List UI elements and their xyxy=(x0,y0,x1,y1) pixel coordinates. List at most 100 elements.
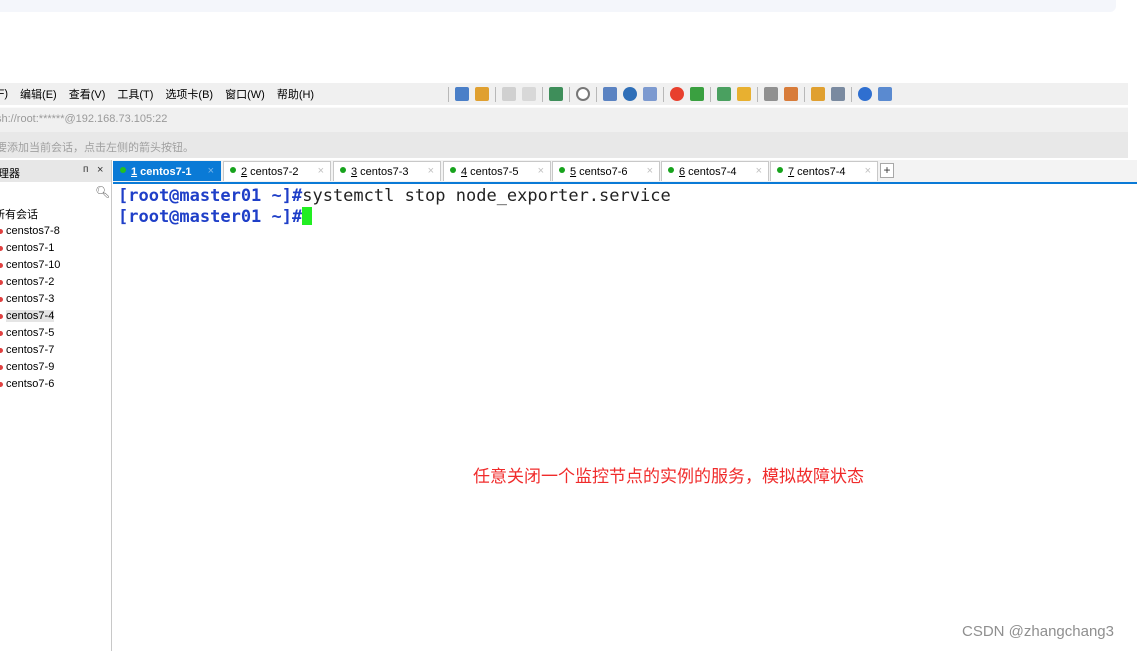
tab-close-icon[interactable]: × xyxy=(208,165,214,177)
new-session-icon[interactable] xyxy=(455,87,469,101)
watermark: CSDN @zhangchang3 xyxy=(962,623,1114,640)
toolbar-separator xyxy=(596,86,597,102)
toolbar-separator xyxy=(757,86,758,102)
menu-window[interactable]: 窗口(W) xyxy=(225,86,265,102)
tab-centos7-1[interactable]: 1 centos7-1 × xyxy=(113,161,221,181)
tab-centos7-3[interactable]: 3 centos7-3 × xyxy=(333,161,441,181)
search-icon[interactable]: 🔍︎ xyxy=(95,185,110,199)
connected-icon xyxy=(230,167,236,173)
tab-close-icon[interactable]: × xyxy=(647,165,653,177)
menu-view[interactable]: 查看(V) xyxy=(69,86,106,102)
session-item[interactable]: centos7-2 xyxy=(0,274,54,290)
toolbar-separator xyxy=(804,86,805,102)
session-item[interactable]: centso7-6 xyxy=(0,376,54,392)
toolbar-separator xyxy=(495,86,496,102)
session-status-icon xyxy=(0,296,3,302)
fullscreen-icon[interactable] xyxy=(717,87,731,101)
highlight-icon[interactable] xyxy=(784,87,798,101)
toolbar-separator xyxy=(663,86,664,102)
transfer-icon[interactable] xyxy=(603,87,617,101)
tab-label: 1 centos7-1 xyxy=(131,166,192,178)
tree-root[interactable]: 所有会话 xyxy=(0,206,38,222)
shell-command: systemctl stop node_exporter.service xyxy=(302,186,671,206)
settings-icon[interactable] xyxy=(549,87,563,101)
menu-edit[interactable]: 编辑(E) xyxy=(20,86,57,102)
link-icon[interactable] xyxy=(502,87,516,101)
tab-label: 4 centos7-5 xyxy=(461,166,519,178)
session-status-icon xyxy=(0,381,3,387)
tab-centos7-2[interactable]: 2 centos7-2 × xyxy=(223,161,331,181)
keyboard-icon[interactable] xyxy=(764,87,778,101)
tab-close-icon[interactable]: × xyxy=(428,165,434,177)
tab-close-icon[interactable]: × xyxy=(318,165,324,177)
panel-header: 理器 ᴨ × xyxy=(0,160,111,182)
tab-close-icon[interactable]: × xyxy=(865,165,871,177)
help-icon[interactable] xyxy=(858,87,872,101)
font-icon[interactable] xyxy=(643,87,657,101)
connected-icon xyxy=(120,167,126,173)
toolbar-separator xyxy=(851,86,852,102)
session-item[interactable]: centos7-10 xyxy=(0,257,60,273)
tab-centos7-4-second[interactable]: 7 centos7-4 × xyxy=(770,161,878,181)
toolbar-separator xyxy=(448,86,449,102)
menu-bar: (F) 编辑(E) 查看(V) 工具(T) 选项卡(B) 窗口(W) 帮助(H) xyxy=(0,83,1128,105)
session-status-icon xyxy=(0,279,3,285)
chat-icon[interactable] xyxy=(878,87,892,101)
connected-icon xyxy=(559,167,565,173)
session-item[interactable]: centos7-3 xyxy=(0,291,54,307)
tab-centso7-6[interactable]: 5 centso7-6 × xyxy=(552,161,660,181)
menu-tabs[interactable]: 选项卡(B) xyxy=(165,86,213,102)
terminal-line: [root@master01 ~]# xyxy=(118,207,313,227)
compose-icon[interactable] xyxy=(811,87,825,101)
session-status-icon xyxy=(0,313,3,319)
menu-tools[interactable]: 工具(T) xyxy=(117,86,153,102)
session-status-icon xyxy=(0,262,3,268)
session-status-icon xyxy=(0,228,3,234)
toolbar-separator xyxy=(710,86,711,102)
session-item[interactable]: censtos7-8 xyxy=(0,223,60,239)
pin-icon[interactable]: ᴨ xyxy=(83,164,88,175)
layout-icon[interactable] xyxy=(831,87,845,101)
tab-label: 3 centos7-3 xyxy=(351,166,409,178)
tab-bar: 1 centos7-1 × 2 centos7-2 × 3 centos7-3 … xyxy=(113,160,1137,182)
session-item[interactable]: centos7-7 xyxy=(0,342,54,358)
tab-label: 6 centos7-4 xyxy=(679,166,737,178)
shell-prompt: [root@master01 ~]# xyxy=(118,186,303,206)
session-item-selected[interactable]: centos7-4 xyxy=(0,308,55,324)
folder-icon[interactable] xyxy=(475,87,489,101)
tab-centos7-4[interactable]: 6 centos7-4 × xyxy=(661,161,769,181)
terminal[interactable]: [root@master01 ~]#systemctl stop node_ex… xyxy=(113,184,1137,651)
terminal-line: [root@master01 ~]#systemctl stop node_ex… xyxy=(118,186,671,206)
menu-help[interactable]: 帮助(H) xyxy=(277,86,314,102)
hint-text: 要添加当前会话，点击左侧的箭头按钮。 xyxy=(0,142,194,154)
session-item[interactable]: centos7-5 xyxy=(0,325,54,341)
address-bar[interactable]: sh://root:******@192.168.73.105:22 xyxy=(0,107,1128,132)
session-status-icon xyxy=(0,245,3,251)
lock-icon[interactable] xyxy=(737,87,751,101)
session-manager-panel: 理器 ᴨ × 🔍︎ 所有会话 censtos7-8 centos7-1 cent… xyxy=(0,160,112,651)
menu: (F) 编辑(E) 查看(V) 工具(T) 选项卡(B) 窗口(W) 帮助(H) xyxy=(0,83,326,105)
session-item[interactable]: centos7-1 xyxy=(0,240,54,256)
tab-close-icon[interactable]: × xyxy=(538,165,544,177)
toolbar xyxy=(448,83,898,105)
script-icon[interactable] xyxy=(670,87,684,101)
tab-centos7-5[interactable]: 4 centos7-5 × xyxy=(443,161,551,181)
new-tab-button[interactable]: + xyxy=(880,163,894,178)
tab-label: 5 centso7-6 xyxy=(570,166,628,178)
menu-file[interactable]: (F) xyxy=(0,88,8,100)
shell-prompt: [root@master01 ~]# xyxy=(118,207,303,227)
unlink-icon[interactable] xyxy=(522,87,536,101)
globe-icon[interactable] xyxy=(623,87,637,101)
connected-icon xyxy=(450,167,456,173)
address-text: sh://root:******@192.168.73.105:22 xyxy=(0,113,168,125)
tab-close-icon[interactable]: × xyxy=(756,165,762,177)
search-icon[interactable] xyxy=(576,87,590,101)
hint-bar: 要添加当前会话，点击左侧的箭头按钮。 xyxy=(0,132,1128,158)
tab-label: 2 centos7-2 xyxy=(241,166,299,178)
connected-icon xyxy=(668,167,674,173)
session-item[interactable]: centos7-9 xyxy=(0,359,54,375)
session-status-icon xyxy=(0,364,3,370)
close-icon[interactable]: × xyxy=(97,164,103,176)
xftp-icon[interactable] xyxy=(690,87,704,101)
panel-title: 理器 xyxy=(0,168,20,180)
